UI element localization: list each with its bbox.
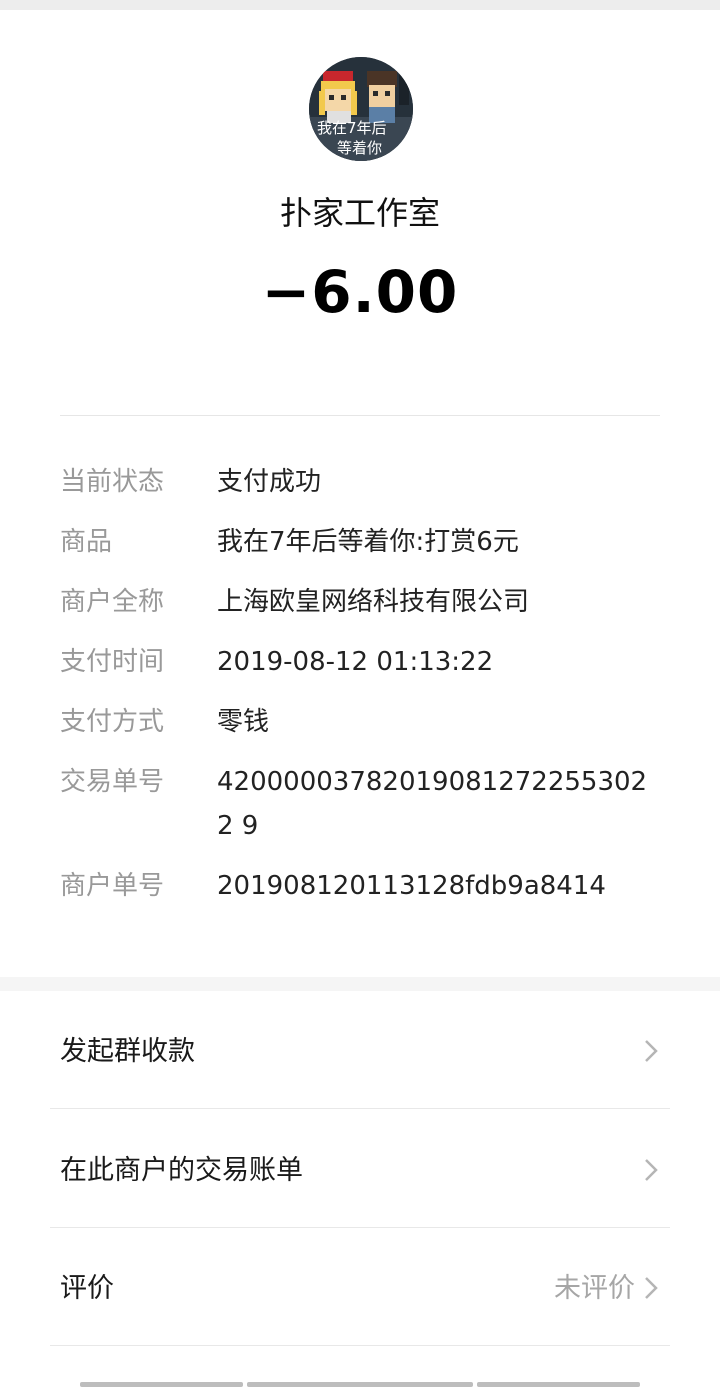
- avatar-image: 我在7年后 等着你: [309, 57, 413, 161]
- bottom-nav-bar: [477, 1382, 640, 1387]
- action-label: 发起群收款: [60, 1036, 195, 1067]
- chevron-right-icon: [645, 1277, 658, 1299]
- chevron-right-icon: [645, 1159, 658, 1181]
- merchant-bills-row[interactable]: 在此商户的交易账单: [0, 1110, 720, 1228]
- detail-value: 2019-08-12 01:13:22: [217, 647, 494, 677]
- detail-value: 我在7年后等着你:打赏6元: [217, 527, 519, 557]
- review-status: 未评价: [554, 1273, 635, 1304]
- detail-label: 支付方式: [60, 707, 165, 737]
- review-row[interactable]: 评价 未评价: [0, 1228, 720, 1346]
- detail-label: 交易单号: [60, 767, 165, 797]
- detail-value: 零钱: [217, 707, 270, 737]
- divider: [50, 1108, 670, 1109]
- detail-label: 商户全称: [60, 587, 165, 617]
- section-gap: [0, 977, 720, 991]
- bottom-nav-bar: [80, 1382, 243, 1387]
- status-bar-strip: [0, 0, 720, 10]
- group-collect-row[interactable]: 发起群收款: [0, 991, 720, 1109]
- avatar-text-1: 我在7年后: [317, 119, 387, 137]
- transaction-id-value[interactable]: 420000037820190812722553022 9: [217, 760, 657, 848]
- detail-value: 支付成功: [217, 467, 322, 497]
- action-label: 评价: [60, 1273, 114, 1304]
- detail-label: 商户单号: [60, 871, 165, 901]
- merchant-name: 扑家工作室: [279, 194, 440, 232]
- bottom-nav-bar: [247, 1382, 473, 1387]
- merchant-avatar[interactable]: 我在7年后 等着你: [309, 57, 413, 161]
- action-label: 在此商户的交易账单: [60, 1155, 303, 1186]
- divider: [50, 1345, 670, 1346]
- chevron-right-icon: [645, 1040, 658, 1062]
- detail-label: 支付时间: [60, 647, 165, 677]
- divider: [60, 415, 660, 416]
- merchant-order-id-value[interactable]: 201908120113128fdb9a8414: [217, 864, 657, 908]
- payment-amount: −6.00: [261, 258, 459, 326]
- avatar-text-2: 等着你: [337, 139, 382, 157]
- detail-value: 上海欧皇网络科技有限公司: [217, 587, 530, 617]
- detail-label: 当前状态: [60, 467, 165, 497]
- detail-label: 商品: [60, 527, 113, 557]
